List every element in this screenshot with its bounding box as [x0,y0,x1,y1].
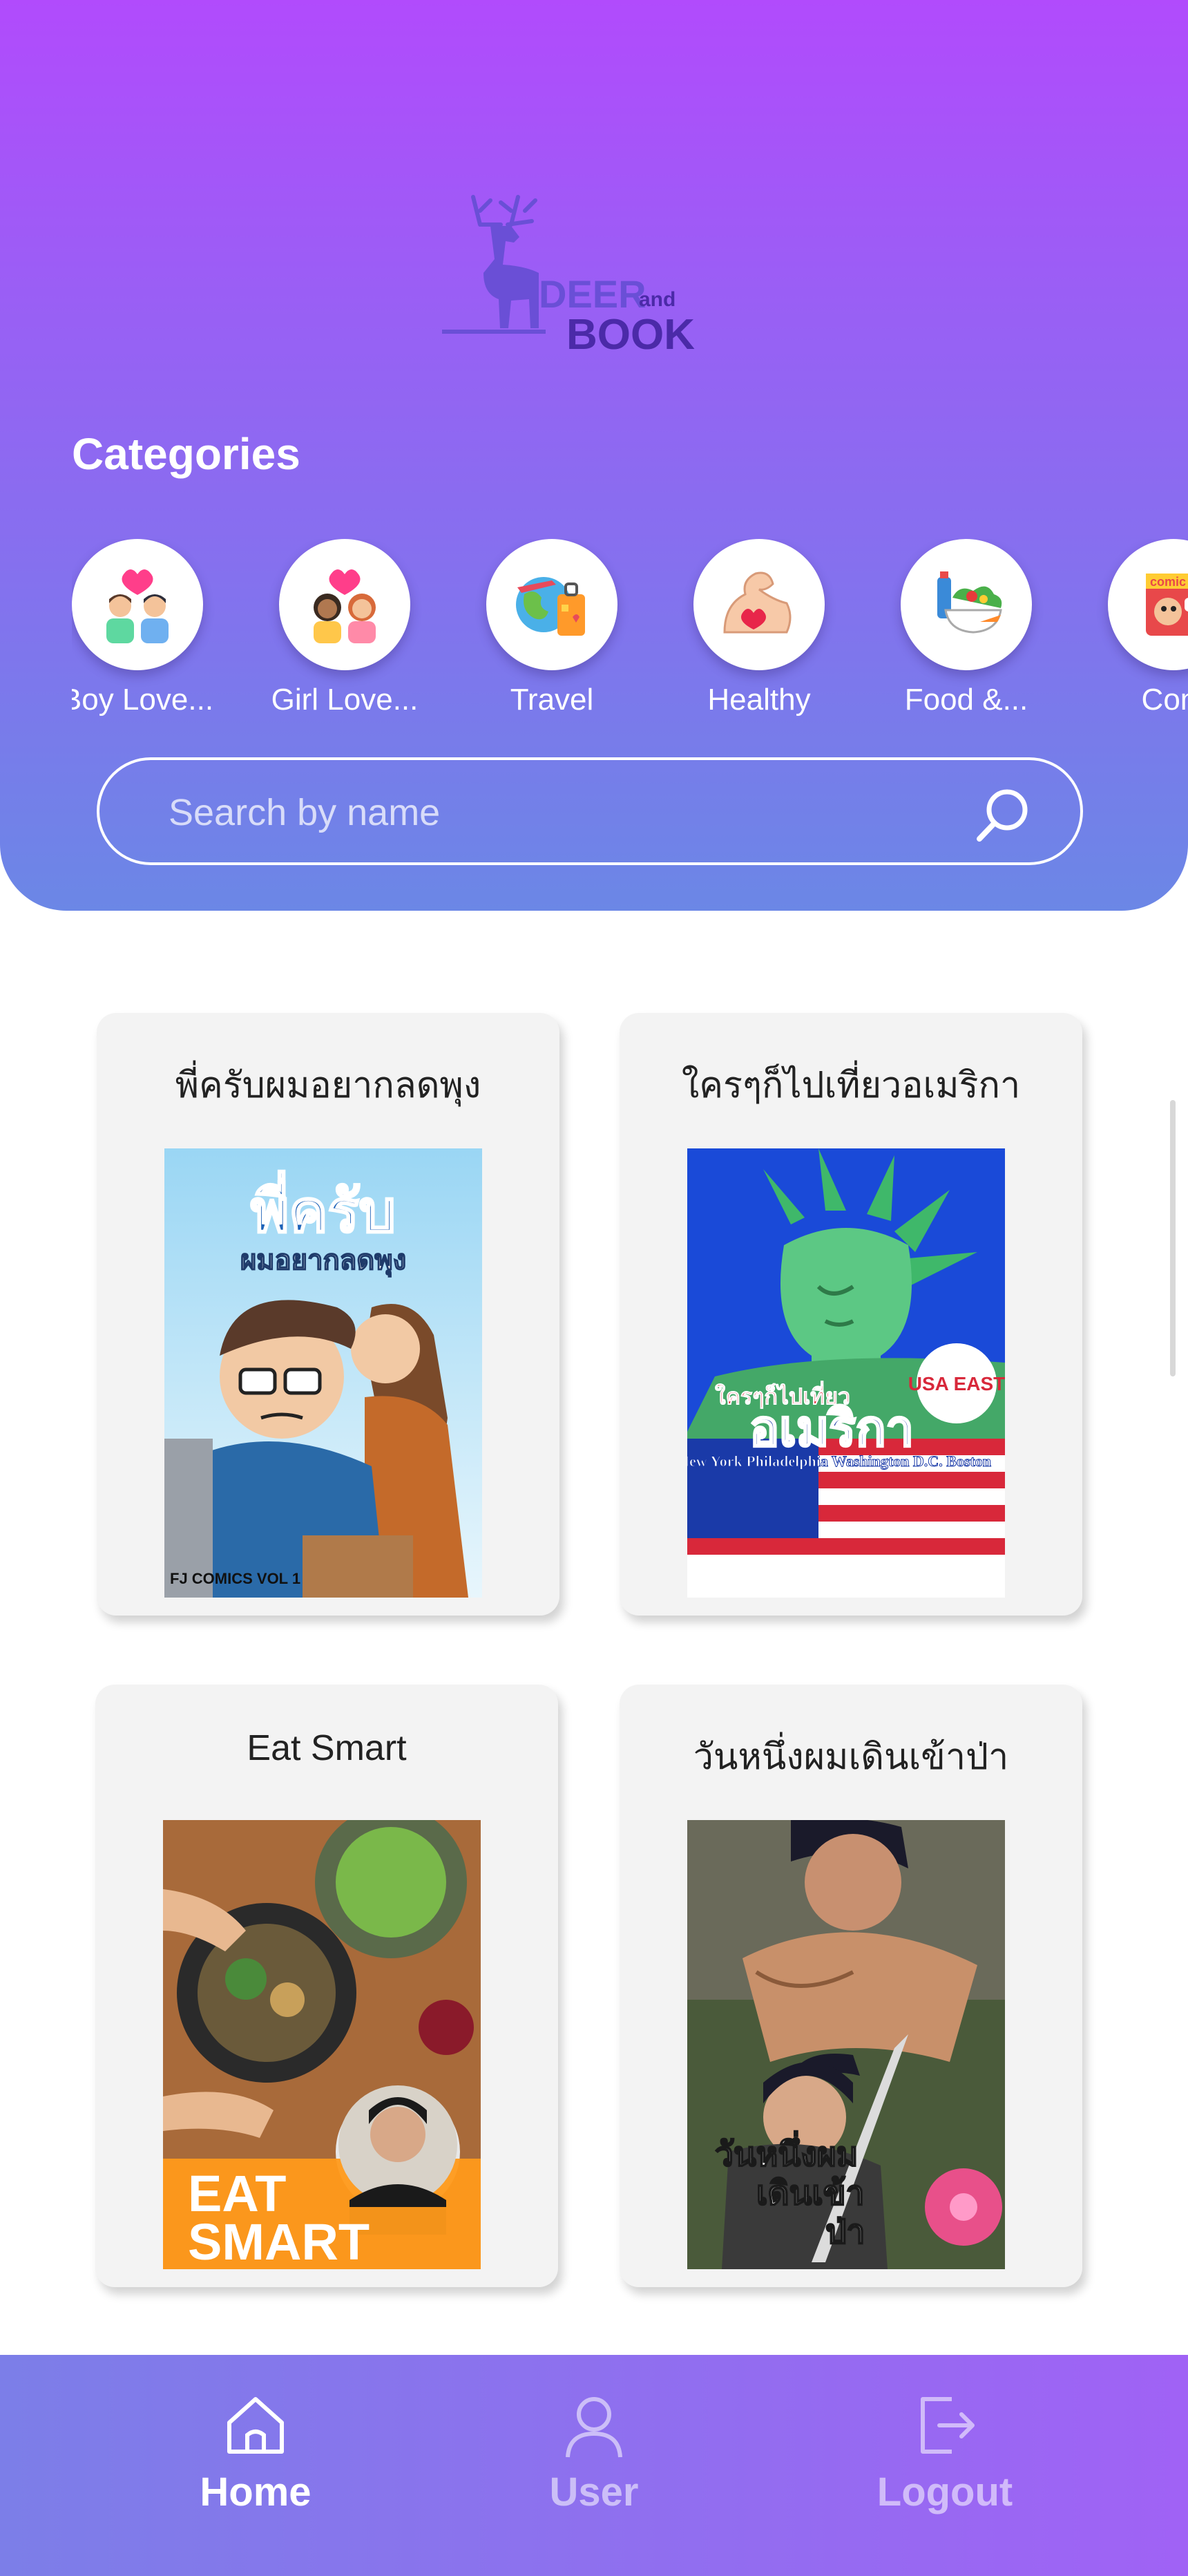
book-title: วันหนึ่งผมเดินเข้าป่า [693,1737,1009,1777]
svg-text:ป่า: ป่า [825,2213,865,2251]
category-travel[interactable]: Travel [486,539,617,717]
home-icon [227,2397,284,2454]
svg-text:วันหนึ่งผม: วันหนึ่งผม [715,2130,858,2174]
svg-text:พี่ครับ: พี่ครับ [251,1171,396,1245]
svg-text:comic: comic [1150,575,1186,589]
category-circle[interactable] [693,539,825,670]
app-logo: DEER and BOOK [442,183,718,359]
svg-text:SMART: SMART [188,2213,370,2269]
category-label: Travel [510,683,594,717]
category-label: Girl Love... [271,683,419,717]
category-girl-love[interactable]: Girl Love... [271,539,418,717]
svg-text:DEER: DEER [539,272,646,316]
svg-text:ผมอยากลดพุง: ผมอยากลดพุง [240,1244,406,1278]
categories-list[interactable]: Boy Love... Girl Love... Travel Healthy … [72,539,1188,726]
nav-logout[interactable]: Logout [841,2389,1048,2515]
food-icon [937,571,1002,634]
category-circle[interactable] [279,539,410,670]
travel-icon [516,577,585,636]
category-circle[interactable] [486,539,617,670]
search-icon[interactable] [970,782,1036,849]
book-title: พี่ครับผมอยากลดพุง [175,1066,481,1106]
book-title: Eat Smart [247,1728,407,1768]
svg-text:New York Philadelphia Washingt: New York Philadelphia Washington D.C. Bo… [687,1452,991,1470]
category-circle[interactable] [72,539,203,670]
category-circle[interactable] [901,539,1032,670]
bottom-nav: Home User Logout [0,2355,1188,2576]
nav-logout-label: Logout [876,2470,1013,2515]
category-label: Healthy [707,683,811,717]
nav-user[interactable]: User [490,2389,698,2515]
category-food[interactable]: Food &... [901,539,1032,717]
nav-user-label: User [549,2470,639,2515]
category-boy-love[interactable]: Boy Love... [72,539,213,717]
svg-text:อเมริกา: อเมริกา [749,1399,914,1457]
category-label: Food &... [904,683,1028,717]
nav-home[interactable]: Home [152,2389,359,2515]
svg-text:เดินเข้า: เดินเข้า [756,2174,865,2213]
book-cover[interactable]: วันหนึ่งผม เดินเข้า ป่า [687,1820,1005,2269]
comic-icon: comic [1146,574,1188,636]
category-circle[interactable]: comic [1108,539,1188,670]
svg-text:USA EAST: USA EAST [908,1373,1005,1394]
category-comic[interactable]: comic Com [1108,539,1188,717]
user-icon [566,2397,622,2458]
logout-icon [921,2397,975,2454]
book-card[interactable]: พี่ครับผมอยากลดพุง พี่ครับ ผมอยากลดพุง F… [97,1013,559,1616]
svg-text:BOOK: BOOK [566,311,695,356]
book-cover[interactable]: ใครๆก็ไปเที่ยว อเมริกา USA EAST New York… [687,1148,1005,1598]
svg-text:FJ COMICS VOL 1: FJ COMICS VOL 1 [170,1570,300,1587]
book-cover[interactable]: EAT SMART [163,1820,481,2269]
header: DEER and BOOK Categories Boy Love... Gir… [0,0,1188,911]
book-card[interactable]: Eat Smart EAT SMART [95,1685,558,2287]
svg-text:and: and [639,288,676,311]
search-bar[interactable] [97,757,1083,865]
book-cover[interactable]: พี่ครับ ผมอยากลดพุง FJ COMICS VOL 1 [164,1148,482,1598]
book-card[interactable]: ใครๆก็ไปเที่ยวอเมริกา ใครๆก็ไปเที่ยว อเม… [620,1013,1082,1616]
category-label: Boy Love... [72,683,214,717]
nav-home-label: Home [200,2470,312,2515]
boy-love-icon [106,569,169,643]
scrollbar-thumb[interactable] [1170,1100,1176,1376]
girl-love-icon [314,569,376,643]
healthy-icon [723,571,792,634]
book-title: ใครๆก็ไปเที่ยวอเมริกา [681,1066,1021,1106]
search-input[interactable] [169,786,963,839]
category-label: Com [1141,683,1188,717]
categories-title: Categories [72,429,300,479]
book-card[interactable]: วันหนึ่งผมเดินเข้าป่า วันหนึ่งผม เดินเข้… [620,1685,1082,2287]
category-healthy[interactable]: Healthy [693,539,825,717]
